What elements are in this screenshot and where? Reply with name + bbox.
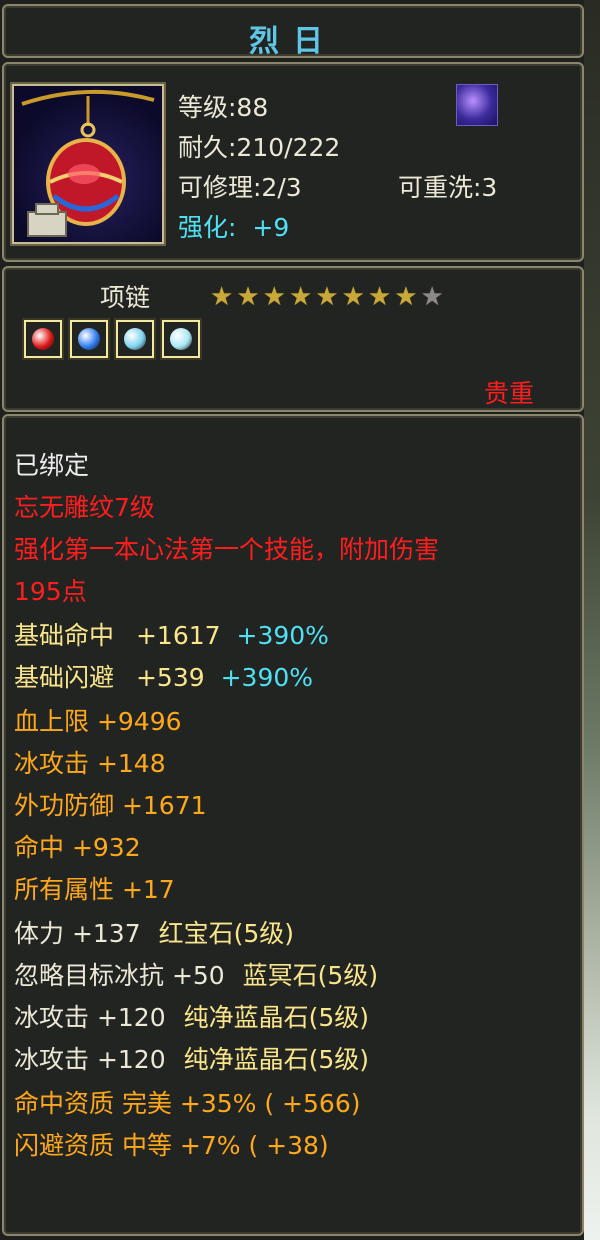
gem-stat-line: 冰攻击 +120 纯净蓝晶石(5级) (14, 1040, 369, 1076)
red-gem-necklace-icon[interactable] (12, 84, 164, 244)
bound-status: 已绑定 (14, 451, 90, 480)
gem-slots (24, 320, 200, 358)
dodge-base-row: 基础闪避 +539 +390% (14, 658, 313, 694)
hit-base-row: 基础命中 +1617 +390% (14, 616, 329, 652)
stat-line: 血上限 +9496 (14, 707, 182, 736)
item-name: 烈日 (249, 24, 337, 59)
gem-stat-line: 冰攻击 +120 纯净蓝晶石(5级) (14, 998, 369, 1034)
stat-line: 所有属性 +17 (14, 875, 175, 904)
star-icon: ★ (236, 282, 260, 312)
red-gem-icon[interactable] (24, 320, 62, 358)
pale-blue-gem-icon[interactable] (162, 320, 200, 358)
dodge-base-pct: +390% (220, 663, 314, 692)
repairable-text: 可修理:2/3 (178, 173, 302, 202)
gem-name: 蓝冥石(5级) (242, 961, 379, 990)
item-info-panel: 等级:88 耐久:210/222 可修理:2/3 可重洗:3 强化: +9 (2, 62, 584, 262)
gem-stat: 冰攻击 +120 (14, 1045, 166, 1074)
star-icon: ★ (315, 282, 339, 312)
stat-line: 外功防御 +1671 (14, 791, 207, 820)
gem-stat: 体力 +137 (14, 919, 141, 948)
purple-crystal-icon[interactable] (456, 84, 498, 126)
engrave-desc-2: 195点 (14, 577, 87, 606)
star-icon: ★ (262, 282, 286, 312)
gem-stat: 忽略目标冰抗 +50 (14, 961, 225, 990)
engrave-desc: 强化第一本心法第一个技能，附加伤害 (14, 535, 440, 564)
star-icon: ★ (367, 282, 392, 312)
level-text: 等级:88 (178, 93, 269, 122)
gem-name: 纯净蓝晶石(5级) (183, 1045, 369, 1074)
hit-base-pct: +390% (236, 621, 329, 650)
enhance-label: 强化: (178, 213, 237, 242)
dodge-base-label: 基础闪避 (14, 663, 115, 692)
blue-gem-icon[interactable] (70, 320, 108, 358)
stat-line: 命中 +932 (14, 833, 141, 862)
engrave-name: 忘无雕纹7级 (14, 493, 155, 522)
gem-name: 纯净蓝晶石(5级) (183, 1003, 369, 1032)
durability-text: 耐久:210/222 (178, 133, 341, 162)
gem-name: 红宝石(5级) (158, 919, 294, 948)
item-details-panel: 已绑定 忘无雕纹7级 强化第一本心法第一个技能，附加伤害 195点 基础命中 +… (2, 414, 584, 1236)
rarity-text: 贵重 (484, 379, 535, 408)
star-icon: ★ (394, 282, 418, 312)
gem-stat-line: 体力 +137 红宝石(5级) (14, 914, 294, 950)
star-icon: ★ (341, 282, 365, 312)
quality-line: 命中资质 完美 +35% ( +566) (14, 1089, 361, 1118)
hit-base-value: +1617 (135, 621, 221, 650)
tooltip-window: 烈日 等级:88 耐久:210/222 可修理:2/3 可重洗:3 强化: +9 (0, 0, 584, 1240)
star-icon: ★ (288, 282, 313, 312)
star-rating: ★ ★ ★ ★ ★ ★ ★ ★ ★ (210, 284, 444, 310)
hit-base-label: 基础命中 (14, 621, 115, 650)
item-type: 项链 (100, 283, 151, 312)
rewashable-text: 可重洗:3 (398, 173, 498, 202)
stat-line: 冰攻击 +148 (14, 749, 166, 778)
star-icon: ★ (210, 282, 234, 312)
enhance-row: 强化: +9 (178, 208, 289, 244)
gem-stat-line: 忽略目标冰抗 +50 蓝冥石(5级) (14, 956, 378, 992)
background-scenery (584, 0, 600, 1240)
item-subinfo-panel: 项链 ★ ★ ★ ★ ★ ★ ★ ★ ★ 贵重 (2, 266, 584, 412)
dodge-base-value: +539 (135, 663, 205, 692)
star-icon: ★ (420, 282, 444, 312)
quality-line: 闪避资质 中等 +7% ( +38) (14, 1131, 329, 1160)
title-bar: 烈日 (2, 4, 584, 59)
gem-stat: 冰攻击 +120 (14, 1003, 166, 1032)
enhance-value: +9 (252, 213, 290, 242)
pale-blue-gem-icon[interactable] (116, 320, 154, 358)
